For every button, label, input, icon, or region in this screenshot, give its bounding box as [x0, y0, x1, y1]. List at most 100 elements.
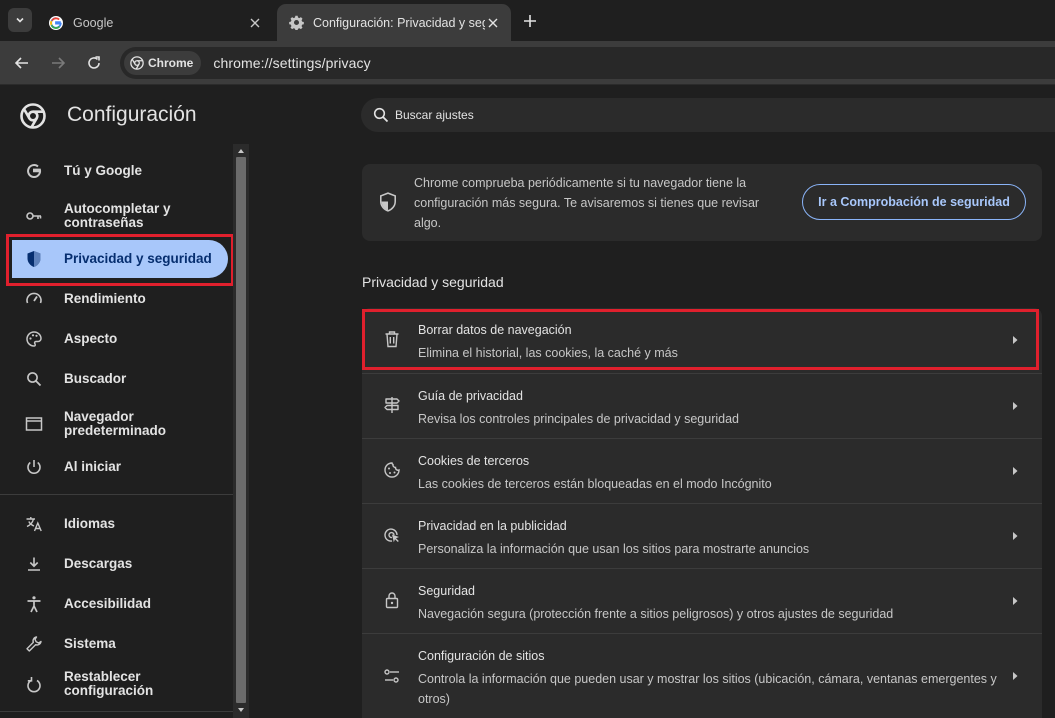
- row-site-settings[interactable]: Configuración de sitios Controla la info…: [362, 633, 1042, 718]
- highlight-box-clear-data: [362, 309, 1039, 370]
- sidebar-divider: [0, 711, 233, 712]
- arrow-right-icon: [52, 57, 66, 69]
- close-tab-button[interactable]: [485, 15, 501, 31]
- section-title: Privacidad y seguridad: [362, 274, 504, 290]
- address-bar[interactable]: Chrome chrome://settings/privacy: [120, 47, 1055, 79]
- scrollbar-thumb[interactable]: [236, 157, 246, 703]
- arrow-left-icon: [14, 57, 28, 69]
- sidebar-item-label: Descargas: [64, 556, 133, 571]
- gear-icon: [289, 15, 304, 30]
- sidebar-item-label: Autocompletar y contraseñas: [64, 201, 171, 230]
- sidebar-item-label: Aspecto: [64, 331, 118, 346]
- row-privacy-guide[interactable]: Guía de privacidad Revisa los controles …: [362, 373, 1042, 438]
- tab-google[interactable]: Google: [36, 4, 273, 41]
- sidebar-item-label: Idiomas: [64, 516, 116, 531]
- arrow-right-icon: [1013, 402, 1018, 410]
- google-g-icon: [49, 15, 63, 30]
- scroll-down-arrow-icon[interactable]: [236, 706, 246, 714]
- sidebar-scrollbar[interactable]: [233, 144, 249, 718]
- sliders-icon: [382, 666, 402, 686]
- power-icon: [24, 457, 44, 477]
- sidebar-item-reset[interactable]: Restablecer configuración: [0, 669, 228, 698]
- arrow-right-icon: [1013, 532, 1018, 540]
- row-subtitle: Revisa los controles principales de priv…: [418, 412, 740, 426]
- forward-button[interactable]: [46, 51, 70, 75]
- sidebar-item-performance[interactable]: Rendimiento: [0, 286, 228, 312]
- sidebar-item-label: Rendimiento: [64, 291, 146, 306]
- translate-icon: [24, 514, 44, 534]
- row-title: Configuración de sitios: [418, 649, 545, 663]
- reload-icon: [88, 56, 100, 69]
- sidebar-item-label: Accesibilidad: [64, 596, 152, 611]
- palette-icon: [24, 329, 44, 349]
- row-subtitle: Navegación segura (protección frente a s…: [418, 607, 894, 621]
- highlight-box-privacy-nav: [6, 234, 234, 286]
- search-icon: [24, 369, 44, 389]
- sidebar-item-accessibility[interactable]: Accesibilidad: [0, 591, 228, 617]
- settings-search-input[interactable]: Buscar ajustes: [361, 98, 1055, 132]
- reload-button[interactable]: [82, 51, 106, 75]
- sidebar-item-system[interactable]: Sistema: [0, 631, 228, 657]
- close-icon: [250, 18, 260, 27]
- settings-main: Chrome comprueba periódicamente si tu na…: [249, 144, 1055, 718]
- sidebar-item-search-engine[interactable]: Buscador: [0, 366, 228, 392]
- page-title: Configuración: [67, 103, 197, 126]
- row-title: Cookies de terceros: [418, 454, 530, 468]
- cookie-icon: [382, 460, 402, 480]
- sidebar-item-label: Navegador predeterminado: [64, 409, 167, 438]
- plus-icon: [524, 15, 536, 27]
- signpost-icon: [382, 395, 402, 415]
- browser-toolbar: Chrome chrome://settings/privacy: [0, 41, 1055, 85]
- sidebar-item-label: Al iniciar: [64, 459, 122, 474]
- settings-header: Configuración Buscar ajustes: [0, 86, 1055, 144]
- scroll-up-arrow-icon[interactable]: [236, 147, 246, 155]
- sidebar-item-languages[interactable]: Idiomas: [0, 511, 228, 537]
- key-icon: [24, 206, 44, 226]
- tab-settings[interactable]: Configuración: Privacidad y seguridad: [277, 4, 511, 41]
- sidebar-item-appearance[interactable]: Aspecto: [0, 326, 228, 352]
- sidebar-item-downloads[interactable]: Descargas: [0, 551, 228, 577]
- site-info-chip[interactable]: Chrome: [124, 51, 202, 75]
- arrow-right-icon: [1013, 467, 1018, 475]
- back-button[interactable]: [10, 51, 34, 75]
- arrow-right-icon: [1013, 597, 1018, 605]
- sidebar-item-on-startup[interactable]: Al iniciar: [0, 454, 228, 480]
- tab-title: Google: [73, 15, 114, 30]
- sidebar-item-default-browser[interactable]: Navegador predeterminado: [0, 408, 228, 440]
- row-subtitle: Las cookies de terceros están bloqueadas…: [418, 477, 772, 491]
- ad-privacy-icon: [382, 525, 402, 545]
- shield-icon: [380, 192, 396, 212]
- reset-icon: [24, 674, 44, 694]
- tab-strip: Google Configuración: Privacidad y segur…: [0, 0, 1055, 41]
- tab-search-button[interactable]: [8, 8, 32, 32]
- row-subtitle: Personaliza la información que usan los …: [418, 542, 810, 556]
- lock-icon: [382, 590, 402, 610]
- row-third-party-cookies[interactable]: Cookies de terceros Las cookies de terce…: [362, 438, 1042, 503]
- row-security[interactable]: Seguridad Navegación segura (protección …: [362, 568, 1042, 633]
- safety-check-description: Chrome comprueba periódicamente si tu na…: [414, 176, 760, 230]
- safety-check-button[interactable]: Ir a Comprobación de seguridad: [802, 184, 1026, 220]
- chrome-logo-icon: [20, 103, 46, 129]
- row-title: Seguridad: [418, 584, 475, 598]
- row-title: Privacidad en la publicidad: [418, 519, 567, 533]
- google-g-icon: [24, 161, 44, 181]
- download-icon: [24, 554, 44, 574]
- search-placeholder: Buscar ajustes: [395, 108, 474, 122]
- row-subtitle: Controla la información que pueden usar …: [418, 672, 997, 706]
- row-ad-privacy[interactable]: Privacidad en la publicidad Personaliza …: [362, 503, 1042, 568]
- sidebar-item-you-and-google[interactable]: Tú y Google: [0, 158, 228, 184]
- sidebar-item-label: Restablecer configuración: [64, 669, 154, 698]
- close-tab-button[interactable]: [247, 15, 263, 31]
- accessibility-icon: [24, 594, 44, 614]
- chrome-logo-icon: [130, 56, 144, 70]
- close-icon: [488, 18, 498, 27]
- sidebar-item-label: Sistema: [64, 636, 116, 651]
- safety-check-card: Chrome comprueba periódicamente si tu na…: [362, 164, 1042, 241]
- sidebar-divider: [0, 494, 233, 495]
- url-text[interactable]: chrome://settings/privacy: [213, 55, 370, 71]
- sidebar-item-autofill[interactable]: Autocompletar y contraseñas: [0, 200, 228, 232]
- arrow-right-icon: [1013, 672, 1018, 680]
- speedometer-icon: [24, 289, 44, 309]
- browser-window-icon: [24, 414, 44, 434]
- new-tab-button[interactable]: [519, 11, 541, 31]
